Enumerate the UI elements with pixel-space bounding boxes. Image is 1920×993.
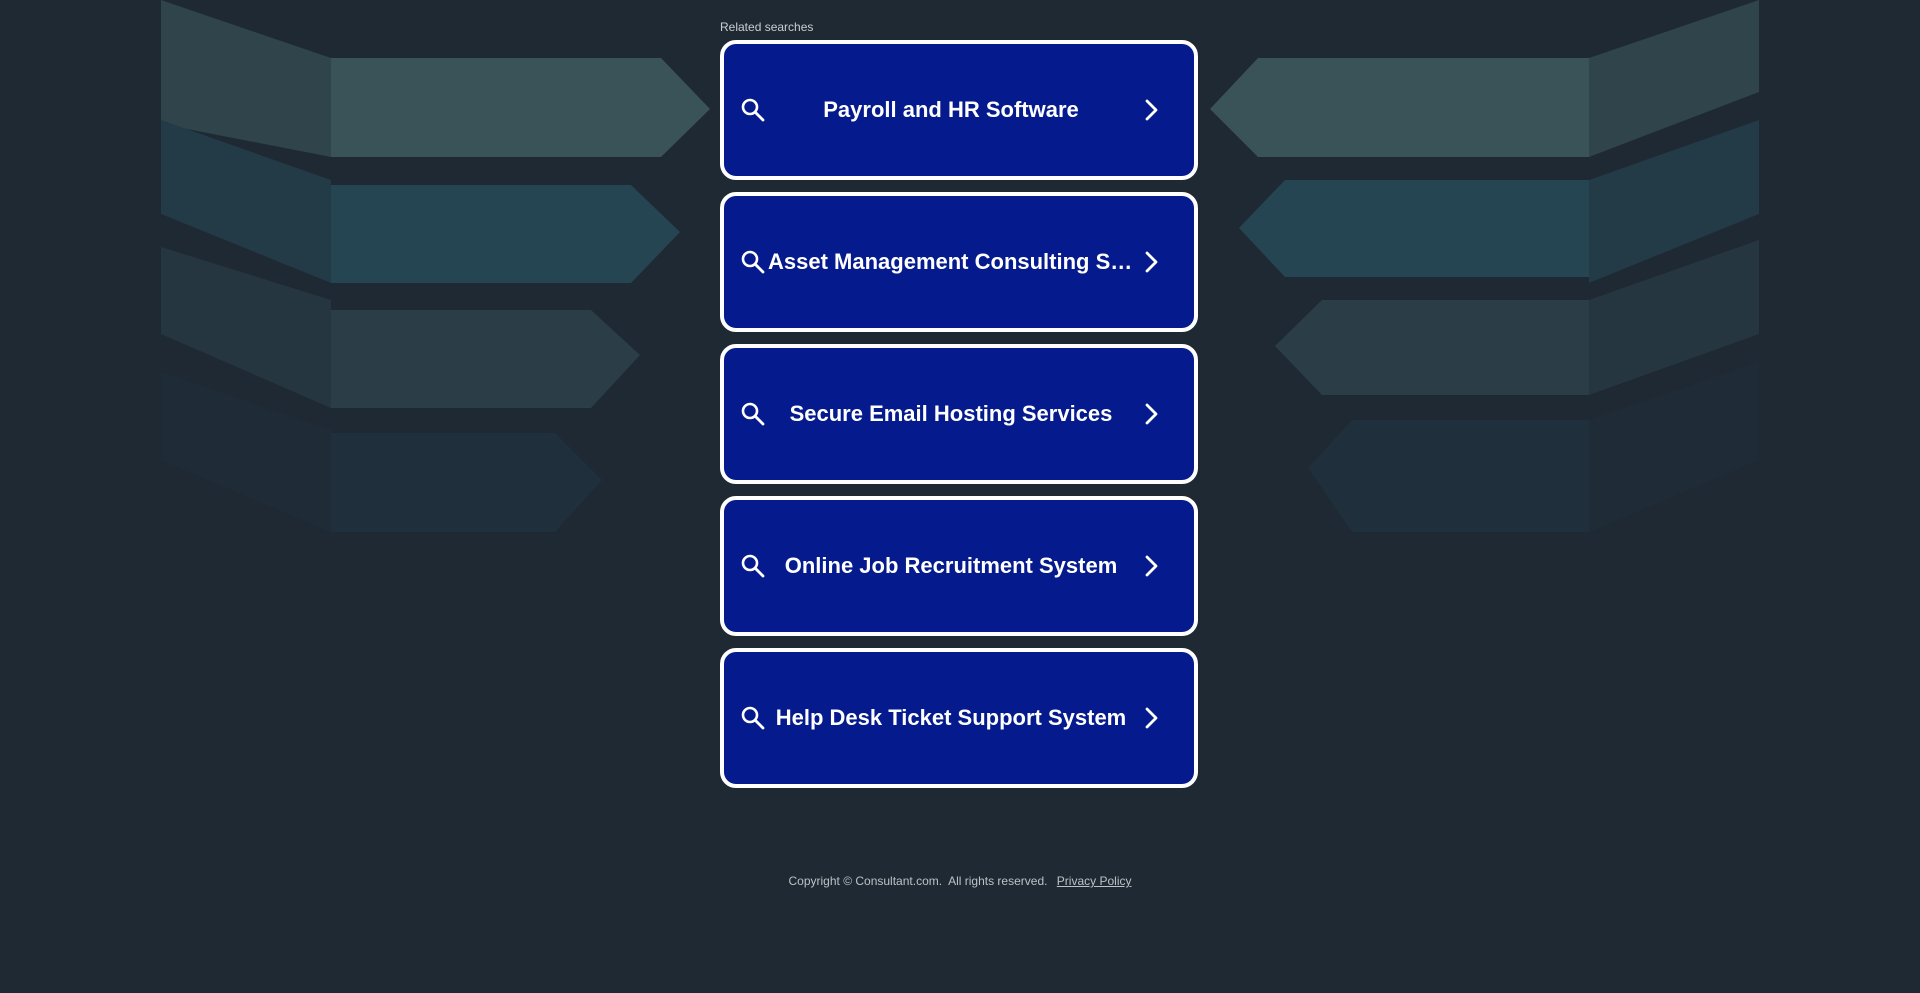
related-search-button[interactable]: Payroll and HR Software [720, 40, 1198, 180]
left-decoration [161, 0, 710, 532]
search-icon [741, 554, 765, 578]
right-band-2-front [1239, 180, 1589, 277]
related-search-button[interactable]: Secure Email Hosting Services [720, 344, 1198, 484]
chevron-right-icon [1145, 251, 1158, 273]
right-band-4-side [1589, 362, 1759, 532]
left-band-4-front [331, 433, 602, 532]
related-search-label: Payroll and HR Software [823, 97, 1079, 122]
right-band-1-front [1210, 58, 1589, 157]
privacy-policy-link[interactable]: Privacy Policy [1057, 874, 1132, 888]
search-icon [741, 98, 765, 122]
right-band-3-front [1275, 300, 1589, 395]
related-search-button[interactable]: Help Desk Ticket Support System [720, 648, 1198, 788]
related-search-label: Secure Email Hosting Services [789, 401, 1113, 426]
chevron-right-icon [1145, 555, 1158, 577]
search-icon [741, 250, 765, 274]
right-decoration [1210, 0, 1759, 532]
footer: Copyright © Consultant.com. All rights r… [0, 874, 1920, 888]
left-band-1-front [331, 58, 710, 157]
search-icon [741, 402, 765, 426]
left-band-2-front [331, 185, 680, 283]
related-search-label: Help Desk Ticket Support System [775, 705, 1127, 730]
related-searches-label: Related searches [720, 20, 814, 34]
related-search-label: Asset Management Consulting Services [768, 249, 1134, 274]
right-band-4-front [1308, 420, 1589, 532]
related-search-button[interactable]: Online Job Recruitment System [720, 496, 1198, 636]
chevron-right-icon [1145, 403, 1158, 425]
chevron-right-icon [1145, 99, 1158, 121]
related-search-button[interactable]: Asset Management Consulting Services [720, 192, 1198, 332]
copyright-text: Copyright © Consultant.com. All rights r… [788, 874, 1048, 888]
chevron-right-icon [1145, 707, 1158, 729]
left-band-3-front [331, 310, 640, 408]
related-search-label: Online Job Recruitment System [784, 553, 1118, 578]
search-icon [741, 706, 765, 730]
